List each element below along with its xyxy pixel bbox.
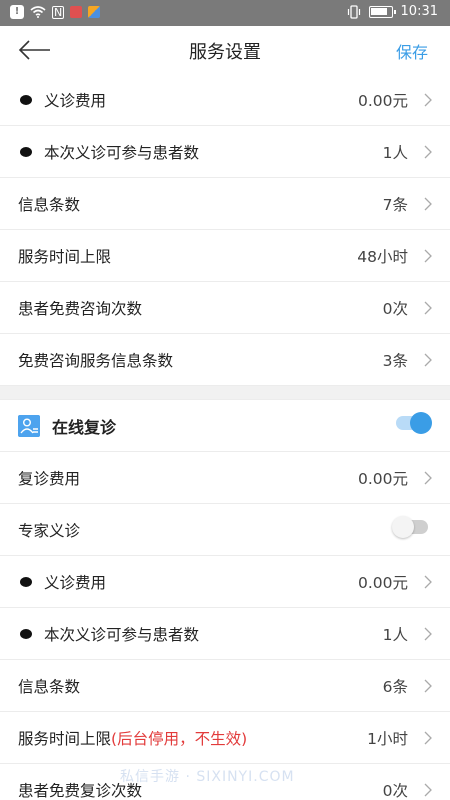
row-value: 0.00元 <box>357 573 408 592</box>
row-value: 0.00元 <box>357 91 408 110</box>
online-revisit-toggle[interactable] <box>396 412 432 434</box>
chevron-right-icon <box>424 93 432 107</box>
setting-row-free-consult-count[interactable]: 患者免费咨询次数 0次 <box>0 282 450 334</box>
nav-bar: 服务设置 保存 <box>0 26 450 74</box>
chevron-right-icon <box>424 679 432 693</box>
setting-row-expert-free-clinic: 专家义诊 <box>0 504 450 556</box>
notification-icon: ! <box>10 5 24 19</box>
setting-row-message-count-2[interactable]: 信息条数 6条 <box>0 660 450 712</box>
setting-row-free-consult-messages[interactable]: 免费咨询服务信息条数 3条 <box>0 334 450 386</box>
setting-row-patient-count-2[interactable]: 本次义诊可参与患者数 1人 <box>0 608 450 660</box>
setting-row-patient-count[interactable]: 本次义诊可参与患者数 1人 <box>0 126 450 178</box>
bullet-dot-icon <box>20 628 32 639</box>
chevron-right-icon <box>424 145 432 159</box>
row-value: 1人 <box>382 143 408 162</box>
bullet-dot-icon <box>20 576 32 587</box>
settings-list: 义诊费用 0.00元 本次义诊可参与患者数 1人 信息条数 7条 服务时间上限 … <box>0 74 450 800</box>
chevron-right-icon <box>424 575 432 589</box>
row-value: 1人 <box>382 625 408 644</box>
section-online-revisit: 在线复诊 <box>0 400 450 452</box>
section-title: 在线复诊 <box>52 417 117 437</box>
nfc-icon: N <box>52 5 65 19</box>
chevron-right-icon <box>424 471 432 485</box>
row-label-text: 义诊费用 <box>44 573 107 592</box>
status-left: ! N <box>10 5 101 19</box>
battery-icon <box>368 5 396 18</box>
row-value: 48小时 <box>357 247 408 266</box>
chevron-right-icon <box>424 783 432 797</box>
bullet-dot-icon <box>20 94 32 105</box>
status-right: 10:31 <box>347 4 438 19</box>
page-title: 服务设置 <box>189 42 261 63</box>
row-label: 信息条数 <box>18 195 81 214</box>
section-divider <box>0 386 450 400</box>
setting-row-message-count[interactable]: 信息条数 7条 <box>0 178 450 230</box>
row-value: 0次 <box>382 781 408 800</box>
status-bar: ! N 10:31 <box>0 0 450 26</box>
app-icon <box>88 6 101 18</box>
row-label: 服务时间上限 <box>18 247 112 266</box>
row-value: 0次 <box>382 299 408 318</box>
chevron-right-icon <box>424 731 432 745</box>
mail-app-icon <box>70 6 83 18</box>
chevron-right-icon <box>424 249 432 263</box>
row-label-text: 义诊费用 <box>44 91 107 110</box>
bullet-dot-icon <box>20 146 32 157</box>
disabled-note: (后台停用，不生效) <box>111 729 248 748</box>
chevron-right-icon <box>424 197 432 211</box>
status-time: 10:31 <box>400 4 438 19</box>
row-label: 免费咨询服务信息条数 <box>18 351 174 370</box>
setting-row-free-clinic-fee[interactable]: 义诊费用 0.00元 <box>0 74 450 126</box>
row-value: 7条 <box>382 195 408 214</box>
setting-row-revisit-fee[interactable]: 复诊费用 0.00元 <box>0 452 450 504</box>
row-label: 信息条数 <box>18 677 81 696</box>
row-label: 专家义诊 <box>18 521 81 540</box>
row-label: 本次义诊可参与患者数 <box>18 141 199 163</box>
doctor-card-icon <box>18 414 40 437</box>
row-label: 复诊费用 <box>18 469 81 488</box>
row-value: 6条 <box>382 677 408 696</box>
save-button[interactable]: 保存 <box>396 39 428 63</box>
wifi-icon <box>30 6 46 18</box>
row-label: 患者免费咨询次数 <box>18 299 143 318</box>
watermark: 私信手游 · SIXINYI.COM <box>120 769 295 785</box>
row-label: 服务时间上限 (后台停用，不生效) <box>18 727 247 749</box>
setting-row-service-time-limit[interactable]: 服务时间上限 48小时 <box>0 230 450 282</box>
setting-row-free-clinic-fee-2[interactable]: 义诊费用 0.00元 <box>0 556 450 608</box>
row-label-text: 服务时间上限 <box>18 729 112 748</box>
vibrate-icon <box>347 4 360 19</box>
expert-free-clinic-toggle[interactable] <box>392 516 428 538</box>
row-label-text: 本次义诊可参与患者数 <box>44 143 200 162</box>
row-label-text: 本次义诊可参与患者数 <box>44 625 200 644</box>
row-label: 义诊费用 <box>18 89 106 111</box>
row-label: 本次义诊可参与患者数 <box>18 623 199 645</box>
chevron-right-icon <box>424 353 432 367</box>
chevron-right-icon <box>424 301 432 315</box>
setting-row-service-time-limit-2[interactable]: 服务时间上限 (后台停用，不生效) 1小时 <box>0 712 450 764</box>
row-value: 3条 <box>382 351 408 370</box>
row-value: 0.00元 <box>357 469 408 488</box>
row-value: 1小时 <box>367 729 408 748</box>
row-label: 义诊费用 <box>18 571 106 593</box>
chevron-right-icon <box>424 627 432 641</box>
